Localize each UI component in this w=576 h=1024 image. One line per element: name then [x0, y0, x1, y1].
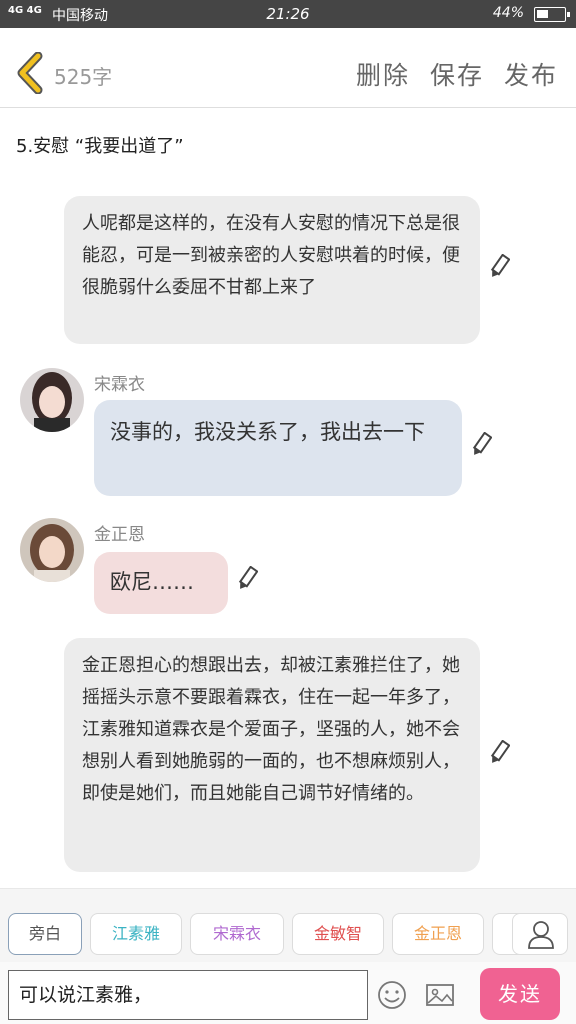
pencil-icon[interactable]: [488, 740, 510, 766]
role-selector-bar: 旁白 江素雅 宋霖衣 金敏智 金正恩: [0, 888, 576, 962]
avatar-kim-jungeun[interactable]: [20, 518, 84, 582]
pencil-icon[interactable]: [470, 432, 492, 458]
avatar-photo: [20, 368, 84, 432]
speaker-name: 金正恩: [94, 525, 145, 545]
avatar-song-linyi[interactable]: [20, 368, 84, 432]
battery-percent: 44%: [492, 5, 524, 21]
narration-bubble[interactable]: 金正恩担心的想跟出去，却被江素雅拦住了，她摇摇头示意不要跟着霖衣，住在一起一年多…: [64, 638, 480, 872]
clock: 21:26: [266, 5, 310, 23]
role-chip-narrator[interactable]: 旁白: [8, 913, 82, 955]
add-role-button[interactable]: [512, 913, 568, 955]
publish-button[interactable]: 发布: [504, 56, 558, 92]
editor-header: 525字 删除 保存 发布: [0, 28, 576, 108]
role-label: 宋霖衣: [212, 924, 261, 943]
speaker-name: 宋霖衣: [94, 375, 145, 395]
user-icon: [528, 921, 554, 949]
narration-bubble[interactable]: 人呢都是这样的，在没有人安慰的情况下总是很能忍，可是一到被亲密的人安慰哄着的时候…: [64, 196, 480, 344]
role-label: 金正恩: [413, 924, 462, 943]
back-button[interactable]: [14, 51, 46, 95]
word-count: 525字: [54, 65, 113, 89]
role-chip-jiang-suya[interactable]: 江素雅: [90, 913, 182, 955]
message-input[interactable]: 可以说江素雅，: [8, 970, 368, 1020]
dialog-bubble[interactable]: 欧尼……: [94, 552, 228, 614]
status-bar: 4G 4G 中国移动 21:26 44%: [0, 0, 576, 28]
role-label: 金敏智: [313, 924, 362, 943]
delete-button[interactable]: 删除: [356, 56, 410, 92]
save-button[interactable]: 保存: [430, 56, 484, 92]
battery-icon: [534, 7, 570, 22]
role-label: 江素雅: [111, 924, 160, 943]
chevron-left-icon: [17, 51, 43, 95]
smiley-icon[interactable]: [376, 979, 408, 1011]
role-label: 旁白: [28, 924, 61, 943]
pencil-icon[interactable]: [236, 566, 258, 592]
chapter-title: 5.安慰 “我要出道了”: [16, 136, 184, 157]
role-chip-kim-minji[interactable]: 金敏智: [292, 913, 384, 955]
input-bar: 可以说江素雅， 发送: [0, 962, 576, 1024]
role-chip-kim-jungeun[interactable]: 金正恩: [392, 913, 484, 955]
image-icon[interactable]: [424, 979, 456, 1011]
battery-fill: [537, 10, 548, 18]
send-button[interactable]: 发送: [480, 968, 560, 1020]
dialog-bubble[interactable]: 没事的，我没关系了，我出去一下: [94, 400, 462, 496]
role-chip-song-linyi[interactable]: 宋霖衣: [190, 913, 284, 955]
avatar-photo: [20, 518, 84, 582]
pencil-icon[interactable]: [488, 254, 510, 280]
